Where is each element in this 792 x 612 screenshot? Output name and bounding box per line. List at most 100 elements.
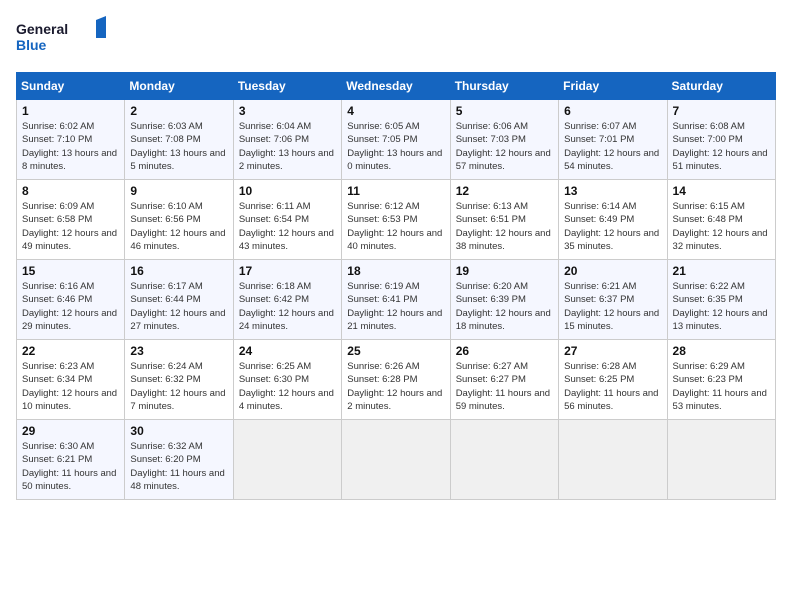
day-info: Sunrise: 6:18 AM Sunset: 6:42 PM Dayligh…	[239, 280, 336, 333]
day-of-week-monday: Monday	[125, 73, 233, 100]
day-number: 8	[22, 184, 119, 198]
day-info: Sunrise: 6:15 AM Sunset: 6:48 PM Dayligh…	[673, 200, 770, 253]
day-number: 13	[564, 184, 661, 198]
day-number: 23	[130, 344, 227, 358]
day-number: 5	[456, 104, 553, 118]
day-info: Sunrise: 6:24 AM Sunset: 6:32 PM Dayligh…	[130, 360, 227, 413]
calendar-day-cell: 4 Sunrise: 6:05 AM Sunset: 7:05 PM Dayli…	[342, 100, 450, 180]
calendar-day-cell	[559, 420, 667, 500]
day-of-week-saturday: Saturday	[667, 73, 775, 100]
calendar-day-cell: 30 Sunrise: 6:32 AM Sunset: 6:20 PM Dayl…	[125, 420, 233, 500]
calendar-week-row: 15 Sunrise: 6:16 AM Sunset: 6:46 PM Dayl…	[17, 260, 776, 340]
day-info: Sunrise: 6:28 AM Sunset: 6:25 PM Dayligh…	[564, 360, 661, 413]
day-info: Sunrise: 6:13 AM Sunset: 6:51 PM Dayligh…	[456, 200, 553, 253]
day-number: 15	[22, 264, 119, 278]
day-info: Sunrise: 6:02 AM Sunset: 7:10 PM Dayligh…	[22, 120, 119, 173]
day-number: 20	[564, 264, 661, 278]
day-number: 11	[347, 184, 444, 198]
calendar-day-cell: 8 Sunrise: 6:09 AM Sunset: 6:58 PM Dayli…	[17, 180, 125, 260]
logo: General Blue	[16, 16, 106, 60]
day-number: 22	[22, 344, 119, 358]
day-number: 28	[673, 344, 770, 358]
calendar-day-cell	[233, 420, 341, 500]
day-info: Sunrise: 6:08 AM Sunset: 7:00 PM Dayligh…	[673, 120, 770, 173]
calendar-day-cell: 27 Sunrise: 6:28 AM Sunset: 6:25 PM Dayl…	[559, 340, 667, 420]
calendar-day-cell: 7 Sunrise: 6:08 AM Sunset: 7:00 PM Dayli…	[667, 100, 775, 180]
day-number: 14	[673, 184, 770, 198]
day-info: Sunrise: 6:06 AM Sunset: 7:03 PM Dayligh…	[456, 120, 553, 173]
calendar-day-cell: 12 Sunrise: 6:13 AM Sunset: 6:51 PM Dayl…	[450, 180, 558, 260]
calendar-day-cell: 9 Sunrise: 6:10 AM Sunset: 6:56 PM Dayli…	[125, 180, 233, 260]
day-info: Sunrise: 6:12 AM Sunset: 6:53 PM Dayligh…	[347, 200, 444, 253]
calendar-day-cell	[450, 420, 558, 500]
day-info: Sunrise: 6:03 AM Sunset: 7:08 PM Dayligh…	[130, 120, 227, 173]
day-number: 2	[130, 104, 227, 118]
day-of-week-thursday: Thursday	[450, 73, 558, 100]
page-header: General Blue	[16, 16, 776, 60]
calendar-day-cell: 29 Sunrise: 6:30 AM Sunset: 6:21 PM Dayl…	[17, 420, 125, 500]
day-info: Sunrise: 6:29 AM Sunset: 6:23 PM Dayligh…	[673, 360, 770, 413]
calendar-week-row: 22 Sunrise: 6:23 AM Sunset: 6:34 PM Dayl…	[17, 340, 776, 420]
day-of-week-wednesday: Wednesday	[342, 73, 450, 100]
day-info: Sunrise: 6:21 AM Sunset: 6:37 PM Dayligh…	[564, 280, 661, 333]
day-number: 10	[239, 184, 336, 198]
calendar-week-row: 1 Sunrise: 6:02 AM Sunset: 7:10 PM Dayli…	[17, 100, 776, 180]
day-number: 21	[673, 264, 770, 278]
day-info: Sunrise: 6:05 AM Sunset: 7:05 PM Dayligh…	[347, 120, 444, 173]
day-info: Sunrise: 6:26 AM Sunset: 6:28 PM Dayligh…	[347, 360, 444, 413]
day-of-week-friday: Friday	[559, 73, 667, 100]
day-info: Sunrise: 6:19 AM Sunset: 6:41 PM Dayligh…	[347, 280, 444, 333]
day-of-week-sunday: Sunday	[17, 73, 125, 100]
calendar-day-cell: 14 Sunrise: 6:15 AM Sunset: 6:48 PM Dayl…	[667, 180, 775, 260]
day-info: Sunrise: 6:32 AM Sunset: 6:20 PM Dayligh…	[130, 440, 227, 493]
day-number: 9	[130, 184, 227, 198]
calendar-day-cell	[342, 420, 450, 500]
day-number: 12	[456, 184, 553, 198]
day-number: 29	[22, 424, 119, 438]
day-number: 27	[564, 344, 661, 358]
calendar-day-cell: 17 Sunrise: 6:18 AM Sunset: 6:42 PM Dayl…	[233, 260, 341, 340]
day-number: 3	[239, 104, 336, 118]
calendar-day-cell: 18 Sunrise: 6:19 AM Sunset: 6:41 PM Dayl…	[342, 260, 450, 340]
day-number: 6	[564, 104, 661, 118]
calendar-day-cell: 20 Sunrise: 6:21 AM Sunset: 6:37 PM Dayl…	[559, 260, 667, 340]
calendar-day-cell: 2 Sunrise: 6:03 AM Sunset: 7:08 PM Dayli…	[125, 100, 233, 180]
day-info: Sunrise: 6:23 AM Sunset: 6:34 PM Dayligh…	[22, 360, 119, 413]
svg-text:Blue: Blue	[16, 37, 47, 53]
day-number: 19	[456, 264, 553, 278]
calendar-day-cell: 1 Sunrise: 6:02 AM Sunset: 7:10 PM Dayli…	[17, 100, 125, 180]
calendar-day-cell: 24 Sunrise: 6:25 AM Sunset: 6:30 PM Dayl…	[233, 340, 341, 420]
calendar-day-cell: 26 Sunrise: 6:27 AM Sunset: 6:27 PM Dayl…	[450, 340, 558, 420]
day-info: Sunrise: 6:30 AM Sunset: 6:21 PM Dayligh…	[22, 440, 119, 493]
calendar-day-cell: 22 Sunrise: 6:23 AM Sunset: 6:34 PM Dayl…	[17, 340, 125, 420]
day-number: 17	[239, 264, 336, 278]
day-info: Sunrise: 6:09 AM Sunset: 6:58 PM Dayligh…	[22, 200, 119, 253]
day-of-week-tuesday: Tuesday	[233, 73, 341, 100]
day-info: Sunrise: 6:14 AM Sunset: 6:49 PM Dayligh…	[564, 200, 661, 253]
calendar-day-cell: 6 Sunrise: 6:07 AM Sunset: 7:01 PM Dayli…	[559, 100, 667, 180]
day-number: 30	[130, 424, 227, 438]
calendar-day-cell: 19 Sunrise: 6:20 AM Sunset: 6:39 PM Dayl…	[450, 260, 558, 340]
day-number: 4	[347, 104, 444, 118]
calendar-day-cell: 13 Sunrise: 6:14 AM Sunset: 6:49 PM Dayl…	[559, 180, 667, 260]
day-info: Sunrise: 6:07 AM Sunset: 7:01 PM Dayligh…	[564, 120, 661, 173]
calendar-header-row: SundayMondayTuesdayWednesdayThursdayFrid…	[17, 73, 776, 100]
calendar-day-cell: 23 Sunrise: 6:24 AM Sunset: 6:32 PM Dayl…	[125, 340, 233, 420]
day-info: Sunrise: 6:20 AM Sunset: 6:39 PM Dayligh…	[456, 280, 553, 333]
day-number: 16	[130, 264, 227, 278]
calendar-day-cell: 11 Sunrise: 6:12 AM Sunset: 6:53 PM Dayl…	[342, 180, 450, 260]
calendar-day-cell: 10 Sunrise: 6:11 AM Sunset: 6:54 PM Dayl…	[233, 180, 341, 260]
calendar-week-row: 8 Sunrise: 6:09 AM Sunset: 6:58 PM Dayli…	[17, 180, 776, 260]
logo-icon: General Blue	[16, 16, 106, 60]
day-info: Sunrise: 6:22 AM Sunset: 6:35 PM Dayligh…	[673, 280, 770, 333]
day-number: 18	[347, 264, 444, 278]
svg-text:General: General	[16, 21, 68, 37]
calendar-day-cell: 21 Sunrise: 6:22 AM Sunset: 6:35 PM Dayl…	[667, 260, 775, 340]
day-info: Sunrise: 6:17 AM Sunset: 6:44 PM Dayligh…	[130, 280, 227, 333]
calendar-week-row: 29 Sunrise: 6:30 AM Sunset: 6:21 PM Dayl…	[17, 420, 776, 500]
day-info: Sunrise: 6:25 AM Sunset: 6:30 PM Dayligh…	[239, 360, 336, 413]
day-info: Sunrise: 6:27 AM Sunset: 6:27 PM Dayligh…	[456, 360, 553, 413]
day-info: Sunrise: 6:10 AM Sunset: 6:56 PM Dayligh…	[130, 200, 227, 253]
calendar-day-cell: 25 Sunrise: 6:26 AM Sunset: 6:28 PM Dayl…	[342, 340, 450, 420]
calendar-day-cell: 3 Sunrise: 6:04 AM Sunset: 7:06 PM Dayli…	[233, 100, 341, 180]
